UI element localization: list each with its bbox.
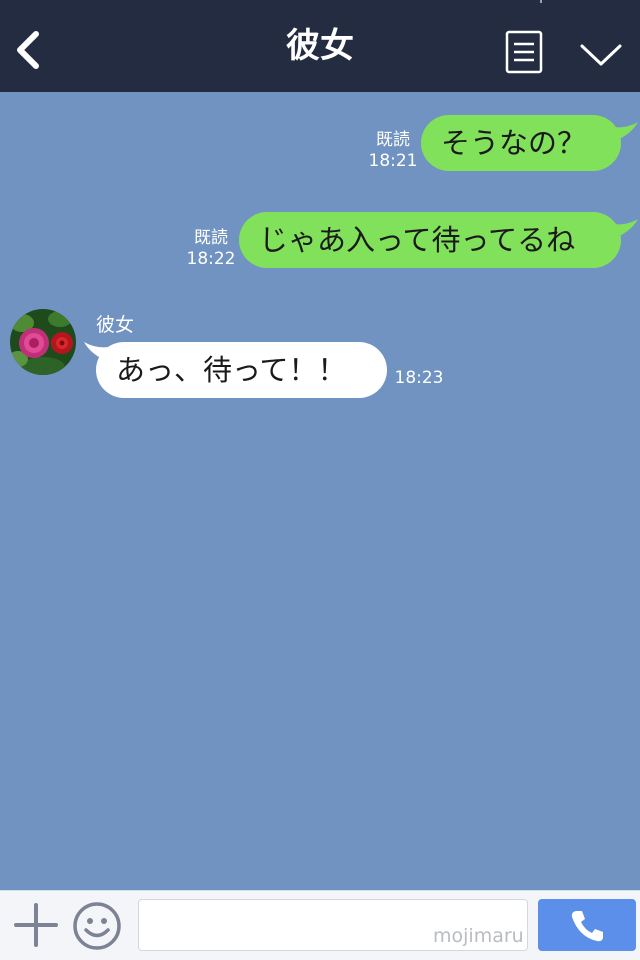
status-bar-fragment xyxy=(540,0,542,3)
message-bubble-outgoing[interactable]: そうなの？ xyxy=(421,115,621,171)
rose-avatar-icon xyxy=(10,309,76,375)
chevron-down-icon xyxy=(580,44,622,66)
bubble-tail xyxy=(608,219,638,239)
note-button[interactable] xyxy=(505,30,543,74)
emoji-button[interactable] xyxy=(72,901,122,951)
message-bubble-outgoing[interactable]: じゃあ入って待ってるね xyxy=(239,212,621,268)
smiley-icon xyxy=(73,902,121,950)
sender-name: 彼女 xyxy=(96,314,135,336)
message-meta: 既読 18:22 xyxy=(186,228,236,270)
back-button[interactable] xyxy=(10,26,50,74)
bubble-tail xyxy=(608,122,638,142)
message-text: あっ、待って！！ xyxy=(116,353,347,387)
message-meta: 既読 18:21 xyxy=(368,130,418,172)
chat-area[interactable]: 既読 18:21 そうなの？ 既読 18:22 じゃあ入って待ってるね 彼女 あ… xyxy=(0,92,640,890)
menu-toggle-button[interactable] xyxy=(578,36,624,70)
message-bubble-incoming[interactable]: あっ、待って！！ xyxy=(96,342,387,398)
chat-header: 彼女 xyxy=(0,0,640,92)
message-text: じゃあ入って待ってるね xyxy=(259,223,576,257)
phone-icon xyxy=(571,911,603,942)
message-input[interactable] xyxy=(138,899,528,951)
chat-title: 彼女 xyxy=(286,26,354,66)
message-time: 18:22 xyxy=(186,249,236,269)
contact-avatar[interactable] xyxy=(10,309,76,375)
read-receipt: 既読 xyxy=(194,228,228,248)
message-text: そうなの？ xyxy=(441,126,587,160)
add-attachment-button[interactable] xyxy=(14,903,58,947)
chevron-left-icon xyxy=(17,31,39,69)
message-composer: mojimaru xyxy=(0,890,640,960)
message-time: 18:21 xyxy=(368,151,418,171)
read-receipt: 既読 xyxy=(376,130,410,150)
note-icon xyxy=(505,30,543,74)
plus-icon xyxy=(14,903,58,947)
call-button[interactable] xyxy=(538,899,636,951)
message-time: 18:23 xyxy=(394,368,444,388)
